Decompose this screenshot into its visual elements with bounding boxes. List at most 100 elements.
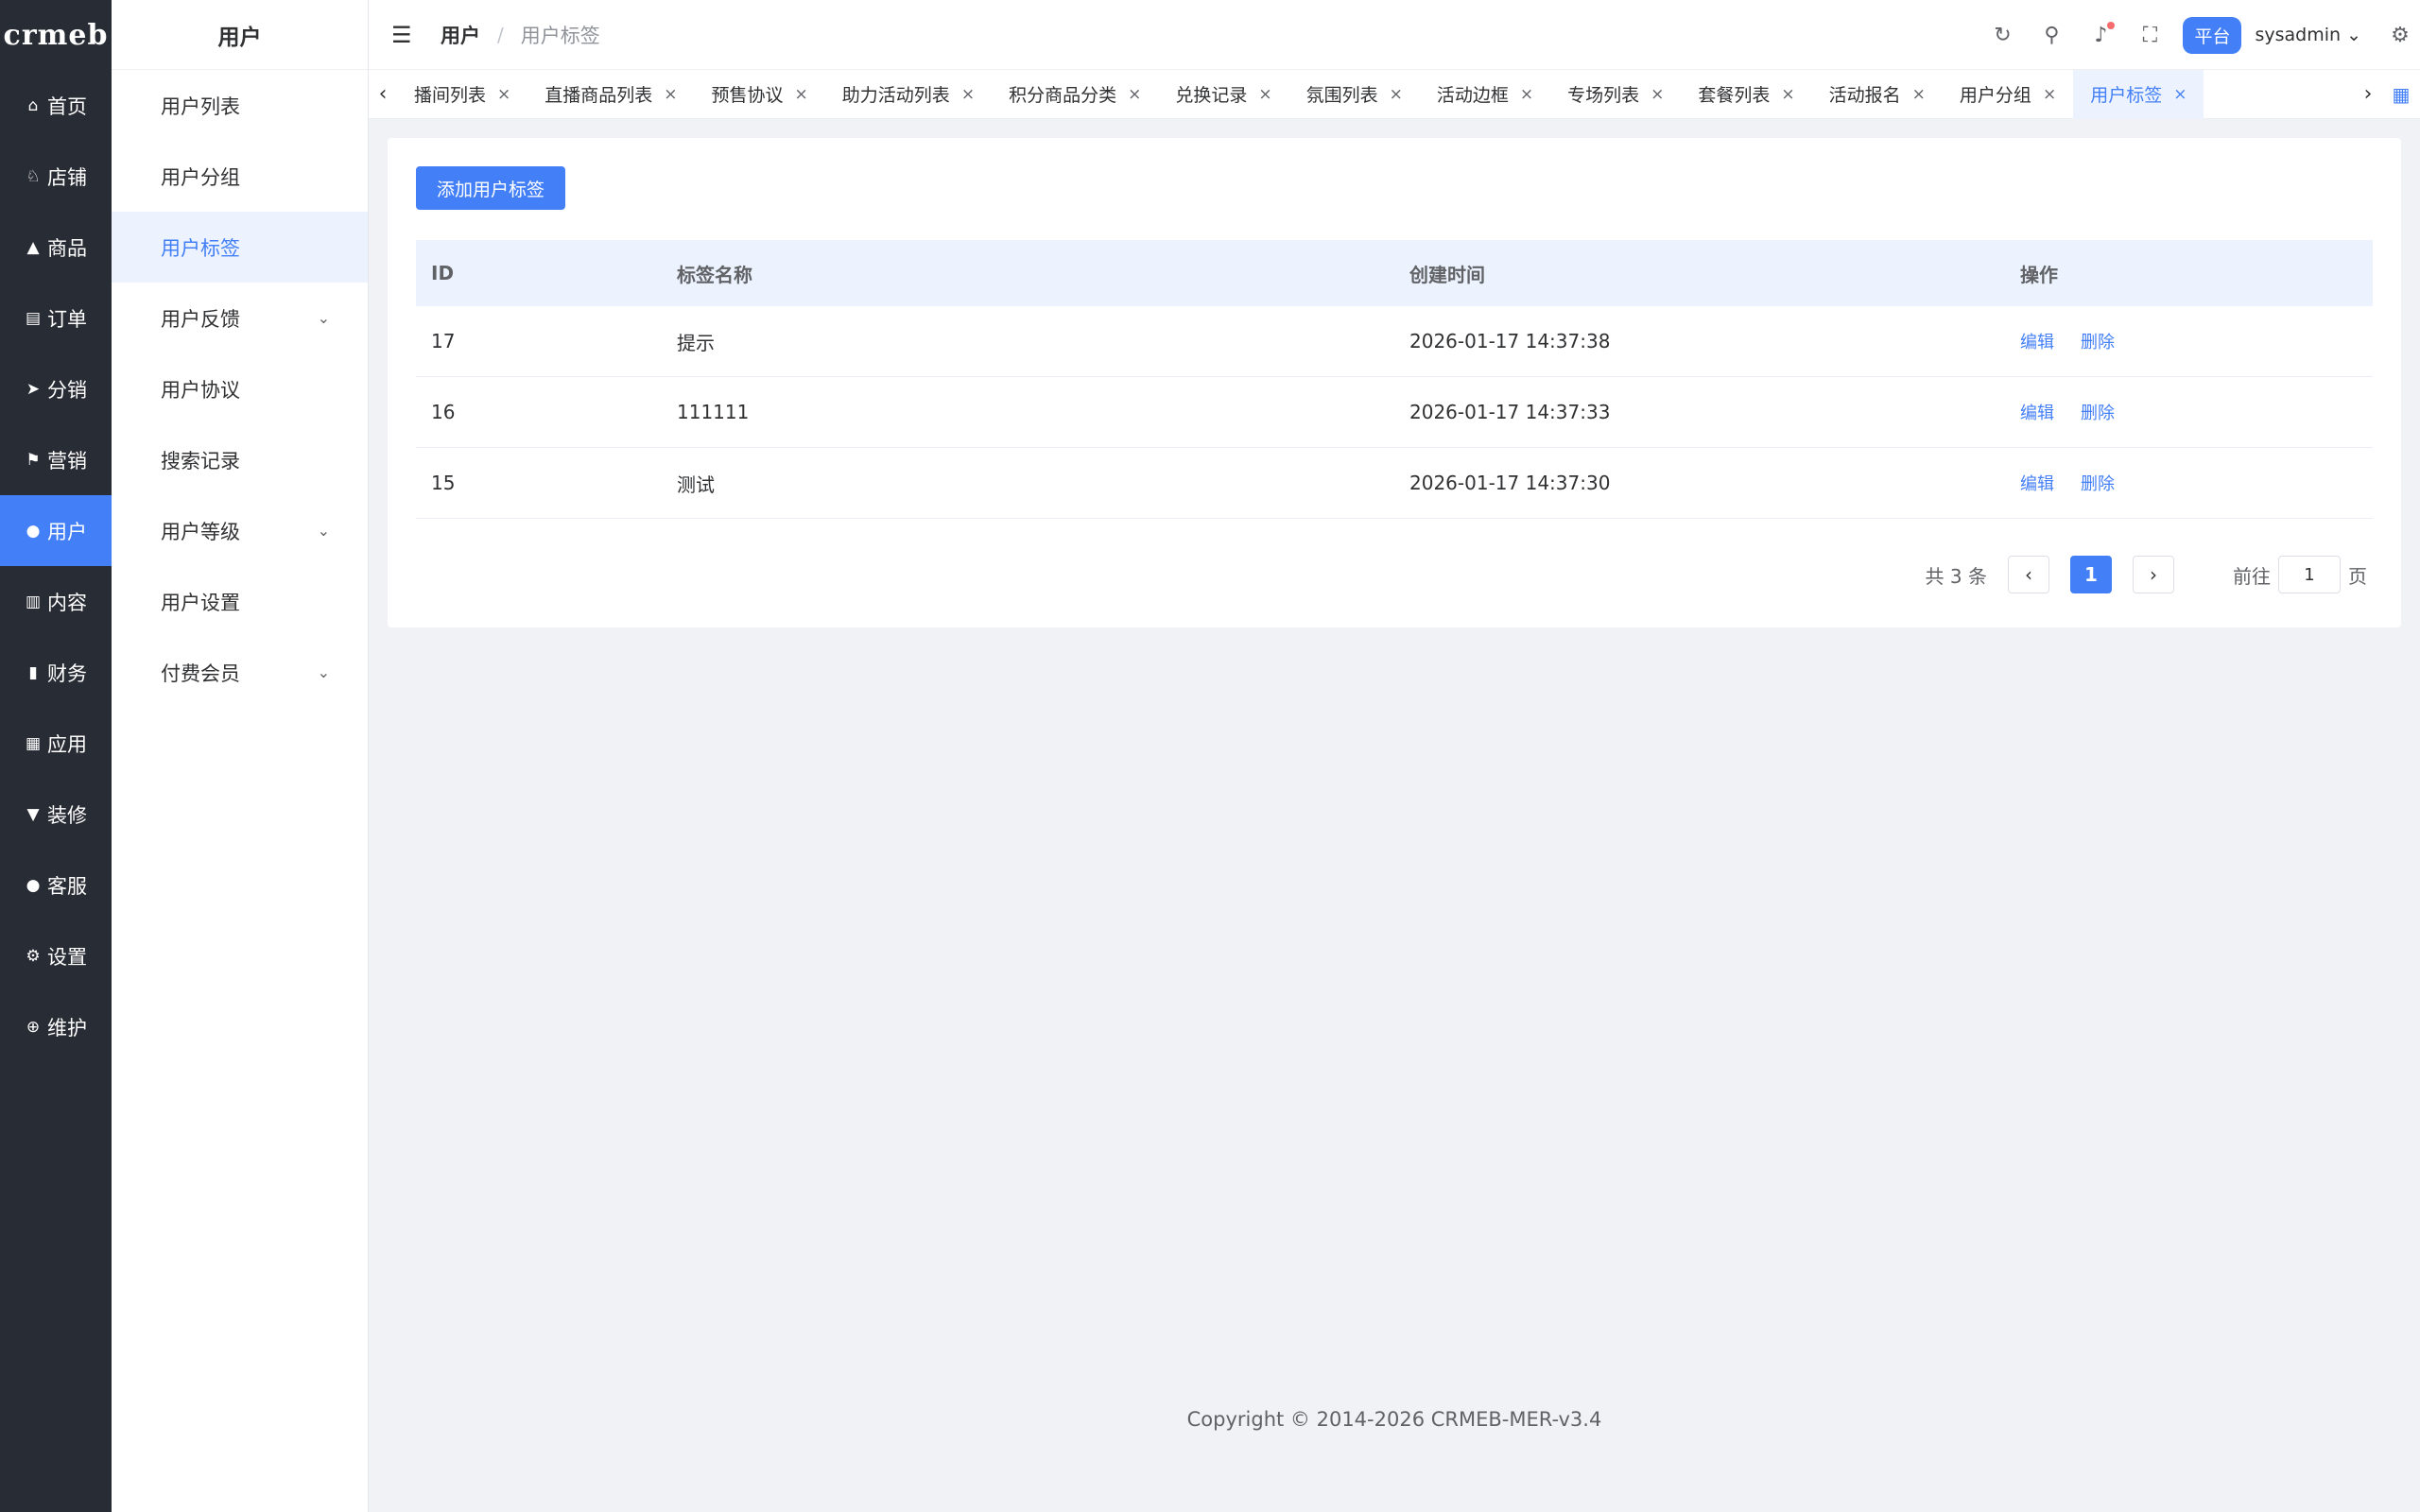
gear-icon: ⚙ bbox=[26, 946, 41, 966]
fullscreen-icon[interactable]: ⛶ bbox=[2139, 24, 2160, 47]
nav-item-label: 用户 bbox=[47, 520, 87, 543]
submenu-item-4[interactable]: 用户协议 bbox=[112, 353, 368, 424]
close-icon[interactable]: × bbox=[1781, 85, 1794, 104]
submenu-items: 用户列表用户分组用户标签用户反馈 ⌄ 用户协议搜索记录用户等级 ⌄ 用户设置付费会员 ⌄ bbox=[112, 70, 368, 708]
close-icon[interactable]: × bbox=[1258, 85, 1271, 104]
tab-item[interactable]: 预售协议 × bbox=[695, 70, 825, 119]
maintain-icon: ⊕ bbox=[26, 1017, 41, 1037]
service-icon: ● bbox=[26, 875, 41, 895]
delete-link[interactable]: 删除 bbox=[2081, 471, 2115, 495]
tabs-menu-icon[interactable]: ▦ bbox=[2382, 83, 2420, 106]
submenu-item-0[interactable]: 用户列表 bbox=[112, 70, 368, 141]
nav-item-label: 营销 bbox=[47, 449, 87, 472]
close-icon[interactable]: × bbox=[1912, 85, 1926, 104]
settings-icon[interactable]: ⚙ bbox=[2390, 24, 2411, 47]
tab-item[interactable]: 用户分组 × bbox=[1943, 70, 2073, 119]
column-header-actions: 操作 bbox=[2020, 263, 2058, 286]
flag-icon: ⚑ bbox=[26, 450, 41, 470]
nav-item-label: 分销 bbox=[47, 378, 87, 402]
nav-item-0[interactable]: ⌂ 首页 bbox=[0, 70, 112, 141]
close-icon[interactable]: × bbox=[961, 85, 975, 104]
nav-item-4[interactable]: ➤ 分销 bbox=[0, 353, 112, 424]
edit-link[interactable]: 编辑 bbox=[2020, 329, 2054, 353]
tab-label: 专场列表 bbox=[1567, 85, 1640, 106]
cell-name: 测试 bbox=[677, 472, 715, 496]
tab-label: 活动报名 bbox=[1828, 85, 1901, 106]
tab-item[interactable]: 活动边框 × bbox=[1420, 70, 1550, 119]
refresh-icon[interactable]: ↻ bbox=[1992, 24, 2013, 47]
next-page-button[interactable]: › bbox=[2133, 556, 2174, 593]
close-icon[interactable]: × bbox=[664, 85, 677, 104]
submenu-item-label: 用户列表 bbox=[161, 94, 240, 118]
tab-item[interactable]: 播间列表 × bbox=[397, 70, 527, 119]
cell-id: 15 bbox=[431, 472, 456, 494]
tab-item[interactable]: 活动报名 × bbox=[1812, 70, 1943, 119]
submenu-item-5[interactable]: 搜索记录 bbox=[112, 424, 368, 495]
tab-item[interactable]: 兑换记录 × bbox=[1158, 70, 1288, 119]
close-icon[interactable]: × bbox=[1128, 85, 1141, 104]
cell-created: 2026-01-17 14:37:38 bbox=[1409, 330, 1611, 352]
bell-icon[interactable]: ♪ bbox=[2090, 21, 2116, 47]
tab-item[interactable]: 助力活动列表 × bbox=[825, 70, 992, 119]
nav-item-7[interactable]: ▥ 内容 bbox=[0, 566, 112, 637]
nav-item-label: 店铺 bbox=[47, 165, 87, 189]
nav-item-12[interactable]: ⚙ 设置 bbox=[0, 920, 112, 991]
edit-link[interactable]: 编辑 bbox=[2020, 471, 2054, 495]
close-icon[interactable]: × bbox=[1651, 85, 1664, 104]
tab-item[interactable]: 积分商品分类 × bbox=[992, 70, 1158, 119]
submenu-item-6[interactable]: 用户等级 ⌄ bbox=[112, 495, 368, 566]
breadcrumb-root[interactable]: 用户 bbox=[441, 21, 480, 49]
close-icon[interactable]: × bbox=[1390, 85, 1403, 104]
submenu-item-label: 搜索记录 bbox=[161, 449, 240, 472]
close-icon[interactable]: × bbox=[2173, 85, 2187, 104]
submenu-item-label: 付费会员 bbox=[161, 662, 240, 685]
delete-link[interactable]: 删除 bbox=[2081, 400, 2115, 424]
submenu-item-2[interactable]: 用户标签 bbox=[112, 212, 368, 283]
nav-item-2[interactable]: ▲ 商品 bbox=[0, 212, 112, 283]
delete-link[interactable]: 删除 bbox=[2081, 329, 2115, 353]
close-icon[interactable]: × bbox=[2043, 85, 2056, 104]
prev-page-button[interactable]: ‹ bbox=[2008, 556, 2049, 593]
nav-item-11[interactable]: ● 客服 bbox=[0, 850, 112, 920]
cell-actions: 编辑 删除 bbox=[2005, 329, 2373, 353]
nav-item-label: 内容 bbox=[47, 591, 87, 614]
tab-item[interactable]: 直播商品列表 × bbox=[527, 70, 694, 119]
tab-item[interactable]: 氛围列表 × bbox=[1289, 70, 1420, 119]
nav-item-9[interactable]: ▦ 应用 bbox=[0, 708, 112, 779]
add-user-tag-button[interactable]: 添加用户标签 bbox=[416, 166, 566, 210]
submenu: 用户 用户列表 用户分组 用户标签 用户反馈 ⌄ 用户协议 搜索记录 用户等级 ⌄ 用户设置 付费会… bbox=[112, 0, 369, 1512]
chevron-down-icon: ⌄ bbox=[317, 663, 330, 681]
close-icon[interactable]: × bbox=[795, 85, 808, 104]
platform-badge[interactable]: 平台 bbox=[2183, 16, 2242, 54]
nav-item-3[interactable]: ▤ 订单 bbox=[0, 283, 112, 353]
tabs-scroll-left-icon[interactable]: ‹ bbox=[369, 82, 397, 106]
submenu-item-8[interactable]: 付费会员 ⌄ bbox=[112, 637, 368, 708]
logo[interactable]: crmeb bbox=[0, 0, 112, 70]
edit-link[interactable]: 编辑 bbox=[2020, 400, 2054, 424]
page-number-current[interactable]: 1 bbox=[2070, 556, 2112, 593]
close-icon[interactable]: × bbox=[497, 85, 510, 104]
close-icon[interactable]: × bbox=[1520, 85, 1533, 104]
content-card: 添加用户标签 ID 标签名称 创建时间 操作 17 提示 2026-01-17 14… bbox=[388, 138, 2401, 627]
submenu-item-label: 用户标签 bbox=[161, 236, 240, 260]
nav-item-10[interactable]: ▼ 装修 bbox=[0, 779, 112, 850]
nav-item-6[interactable]: ● 用户 bbox=[0, 495, 112, 566]
tab-item[interactable]: 套餐列表 × bbox=[1681, 70, 1811, 119]
collapse-menu-icon[interactable]: ☰ bbox=[391, 22, 416, 48]
nav-item-1[interactable]: ♘ 店铺 bbox=[0, 141, 112, 212]
clipboard-icon: ▤ bbox=[25, 308, 42, 328]
tabs-scroll-right-icon[interactable]: › bbox=[2354, 82, 2382, 106]
tab-item[interactable]: 用户标签 × bbox=[2073, 69, 2204, 119]
submenu-item-3[interactable]: 用户反馈 ⌄ bbox=[112, 283, 368, 353]
goto-page-input[interactable] bbox=[2278, 556, 2341, 593]
user-menu[interactable]: sysadmin ⌄ bbox=[2255, 25, 2361, 45]
nav-item-5[interactable]: ⚑ 营销 bbox=[0, 424, 112, 495]
tab-item[interactable]: 专场列表 × bbox=[1550, 70, 1681, 119]
search-icon[interactable]: ⚲ bbox=[2041, 24, 2062, 47]
submenu-item-1[interactable]: 用户分组 bbox=[112, 141, 368, 212]
submenu-item-7[interactable]: 用户设置 bbox=[112, 566, 368, 637]
nav-item-8[interactable]: ▮ 财务 bbox=[0, 637, 112, 708]
chevron-down-icon: ⌄ bbox=[317, 309, 330, 327]
cell-name: 111111 bbox=[677, 401, 750, 423]
nav-item-13[interactable]: ⊕ 维护 bbox=[0, 991, 112, 1062]
